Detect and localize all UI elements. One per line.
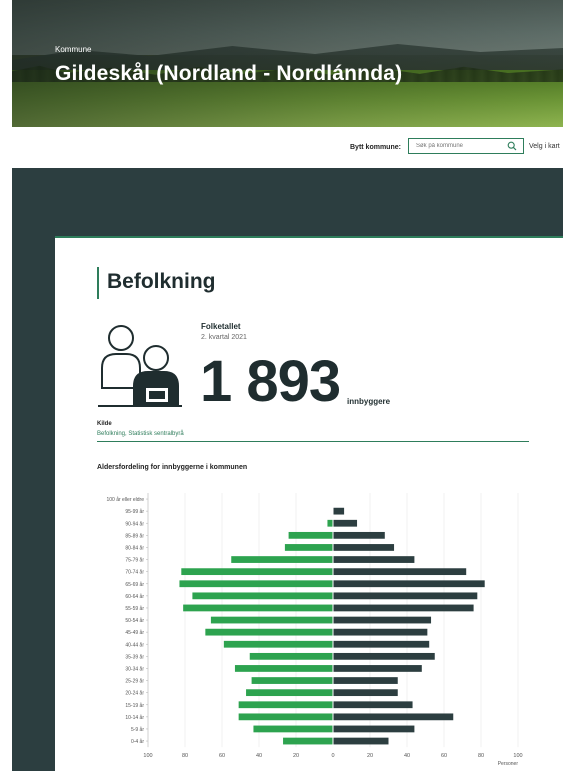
period-label: 2. kvartal 2021 [201,334,247,341]
x-tick-label: 80 [478,753,484,759]
bar-right [333,628,428,636]
bar-left [192,592,333,600]
kommune-label: Kommune [55,45,92,54]
bar-left [251,677,333,684]
y-tick-label: 100 år eller eldre [106,496,144,503]
y-tick-label: 20-24 år [125,690,144,697]
search-input[interactable] [409,139,508,153]
y-tick-label: 5-9 år [131,726,144,733]
search-icon[interactable] [507,141,517,151]
y-tick-label: 10-14 år [125,714,144,721]
title-accent-bar [97,267,99,299]
bar-left [183,604,333,612]
y-tick-label: 45-49 år [125,629,144,636]
y-tick-label: 65-69 år [125,581,144,588]
bar-left [284,544,333,551]
population-pyramid-chart: 100 år eller eldre 95-99 år 90-94 år 85-89 … [106,493,523,767]
bar-left [231,556,333,563]
bar-left [283,737,333,745]
bar-left [210,616,333,624]
bar-right [333,640,430,648]
x-tick-label: 60 [219,753,225,759]
bar-left [253,725,333,733]
y-tick-label: 30-34 år [125,665,144,672]
bar-left [288,531,333,539]
y-tick-label: 85-89 år [125,532,144,539]
y-tick-label: 40-44 år [125,641,144,648]
bar-right [333,701,413,709]
bar-right [333,652,435,660]
y-tick-label: 95-99 år [125,508,144,515]
bar-left [238,701,333,709]
x-tick-label: 100 [513,753,522,759]
x-tick-label: 20 [367,753,373,759]
y-tick-label: 55-59 år [125,605,144,612]
kommune-search[interactable] [408,138,524,154]
bar-right [333,616,432,624]
bar-right [333,737,389,745]
kilde-link[interactable]: Befolkning, Statistisk sentralbyrå [97,431,184,437]
bar-left [181,568,333,576]
bar-left [234,665,333,672]
x-tick-label: 40 [404,753,410,759]
page-title: Gildeskål (Nordland - Nordlánnda) [55,62,403,85]
bar-right [333,689,398,697]
x-tick-label: 60 [441,753,447,759]
bar-right [333,713,454,721]
folketallet-label: Folketallet [201,322,241,331]
bar-left [327,519,333,527]
x-tick-label: 0 [331,753,334,759]
bar-left [238,713,333,721]
y-tick-label: 15-19 år [125,702,144,709]
x-tick-label: 40 [256,753,262,759]
x-tick-label: 80 [182,753,188,759]
y-tick-label: 0-4 år [131,738,144,745]
bytt-kommune-label: Bytt kommune: [350,144,401,151]
bar-left [246,689,333,697]
bar-right [333,556,415,563]
people-icon [98,325,182,407]
y-tick-label: 90-94 år [125,520,144,527]
bar-right [333,677,398,684]
kilde-divider [97,441,529,442]
bar-left [223,640,333,648]
y-tick-label: 35-39 år [125,653,144,660]
x-tick-label: 100 [143,753,152,759]
bar-left [179,580,333,588]
chart-title: Aldersfordeling for innbyggerne i kommun… [97,464,248,471]
x-axis-label: Personer [498,761,519,767]
bar-left [205,628,333,636]
bar-right [333,568,467,576]
bar-right [333,544,395,551]
y-tick-label: 50-54 år [125,617,144,624]
y-tick-label: 70-74 år [125,569,144,576]
y-tick-label: 60-64 år [125,593,144,600]
bar-right [333,507,345,515]
y-tick-label: 80-84 år [125,544,144,551]
bar-right [333,519,358,527]
population-unit: innbyggere [347,397,391,406]
kilde-label: Kilde [97,421,112,427]
bar-right [333,580,485,588]
bar-right [333,592,478,600]
velg-i-kart-link[interactable]: Velg i kart [529,143,560,150]
bar-right [333,531,385,539]
bar-right [333,725,415,733]
section-title: Befolkning [107,270,216,293]
bar-right [333,604,474,612]
y-tick-label: 25-29 år [125,678,144,685]
x-tick-label: 20 [293,753,299,759]
y-tick-label: 75-79 år [125,557,144,564]
bar-left [249,652,333,660]
bar-right [333,665,422,672]
population-number: 1 893 [200,349,341,414]
